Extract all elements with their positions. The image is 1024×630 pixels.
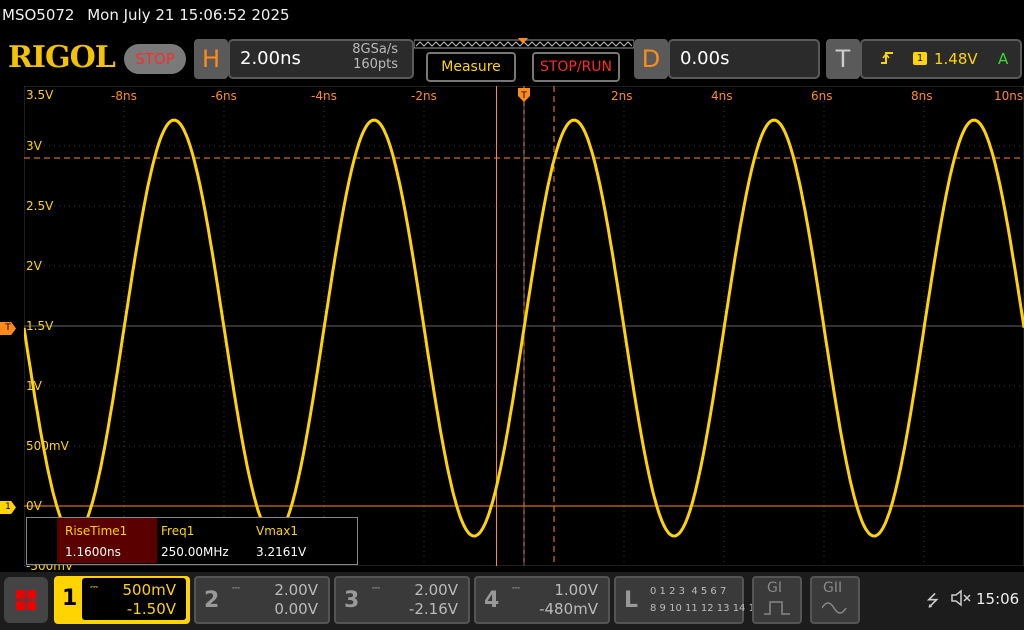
channel-4-tab[interactable]: 4 ⎓ 1.00V -480mV: [474, 576, 610, 624]
channel-number: 3: [344, 588, 360, 613]
time-tick-label: 2ns: [611, 89, 633, 103]
trigger-level-marker[interactable]: T: [0, 322, 16, 335]
horizontal-scale: 2.00ns: [240, 48, 301, 69]
run-state-badge[interactable]: STOP: [124, 44, 186, 74]
rising-edge-icon: [881, 52, 893, 64]
trigger-mode: A: [998, 50, 1009, 68]
measure-value: 3.2161V: [256, 545, 307, 559]
logic-analyzer-tab[interactable]: L 0 1 2 3 4 5 6 7 8 9 10 11 12 13 14 15: [614, 576, 761, 624]
measurement-panel[interactable]: RiseTime1 Freq1 Vmax1 1.1600ns 250.00MHz…: [26, 517, 358, 565]
channel-offset: -480mV: [539, 600, 598, 618]
channel-scale: 2.00V: [274, 581, 318, 599]
dc-coupling-icon: ⎓: [232, 583, 240, 594]
main-menu-button[interactable]: [4, 577, 48, 623]
time-tick-label: -6ns: [211, 89, 237, 103]
trigger-level: 1.48V: [934, 50, 978, 68]
status-line: MSO5072 Mon July 21 15:06:52 2025: [2, 6, 298, 24]
clock: 15:06: [976, 590, 1020, 608]
measure-value: 250.00MHz: [161, 545, 229, 559]
channel-number: 4: [484, 588, 500, 613]
grid-menu-icon: [16, 590, 36, 610]
sample-info: 8GSa/s 160pts: [336, 42, 398, 72]
logic-channels-high: 8 9 10 11 12 13 14 15: [650, 603, 762, 614]
waveform-display[interactable]: [24, 86, 1024, 566]
datetime: Mon July 21 15:06:52 2025: [87, 6, 290, 24]
channel-offset: -2.16V: [408, 600, 458, 618]
memory-position-strip: [414, 38, 634, 49]
dc-coupling-icon: ⎓: [372, 583, 380, 594]
channel-scale: 2.00V: [414, 581, 458, 599]
sine-wave-icon: [822, 602, 847, 614]
svg-text:T: T: [520, 91, 527, 101]
volt-tick-label: 500mV: [26, 439, 69, 453]
channel-scale: 500mV: [122, 581, 176, 599]
generator-1-tab[interactable]: GI: [752, 576, 802, 624]
trigger-source: 1: [913, 52, 927, 65]
volt-tick-label: 2V: [26, 259, 42, 273]
stop-run-button[interactable]: STOP/RUN: [532, 52, 620, 82]
memory-depth: 160pts: [353, 57, 398, 72]
channel-number: 2: [204, 588, 220, 613]
time-tick-label: -2ns: [411, 89, 437, 103]
channel-offset: 0.00V: [274, 600, 318, 618]
time-tick-label: -8ns: [111, 89, 137, 103]
logic-key: L: [624, 588, 639, 613]
channel-2-tab[interactable]: 2 ⎓ 2.00V 0.00V: [194, 576, 330, 624]
channel-3-tab[interactable]: 3 ⎓ 2.00V -2.16V: [334, 576, 470, 624]
channel-scale: 1.00V: [554, 581, 598, 599]
delay-value: 0.00s: [680, 48, 730, 69]
channel-1-settings: ⎓ 500mV -1.50V: [82, 578, 186, 620]
model-name: MSO5072: [2, 6, 75, 24]
time-tick-label: 10ns: [994, 89, 1024, 103]
channel-number: 1: [62, 586, 78, 611]
measure-header: Vmax1: [256, 524, 298, 538]
speaker-muted-icon[interactable]: [950, 589, 972, 607]
generator-1-label: GI: [767, 580, 782, 596]
time-tick-label: -4ns: [311, 89, 337, 103]
measure-header: Freq1: [161, 524, 195, 538]
measure-header: RiseTime1: [65, 524, 128, 538]
volt-tick-label: 3V: [26, 139, 42, 153]
pulse-wave-icon: [764, 601, 790, 615]
usb-icon: ⭍: [926, 591, 940, 610]
generator-2-tab[interactable]: GII: [810, 576, 860, 624]
time-tick-label: 8ns: [911, 89, 933, 103]
ch1-offset-marker[interactable]: 1: [0, 501, 16, 514]
volt-tick-label: 1V: [26, 379, 42, 393]
sample-rate: 8GSa/s: [352, 42, 398, 57]
channel-1-tab[interactable]: 1 ⎓ 500mV -1.50V: [54, 576, 190, 624]
volt-tick-label: 3.5V: [26, 88, 54, 102]
time-tick-label: 6ns: [811, 89, 833, 103]
time-tick-label: 4ns: [711, 89, 733, 103]
channel-offset: -1.50V: [126, 600, 176, 618]
trigger-position-marker[interactable]: T: [518, 88, 530, 110]
delay-key[interactable]: D: [634, 39, 668, 79]
trigger-key[interactable]: T: [826, 39, 860, 79]
measure-button[interactable]: Measure: [426, 52, 516, 82]
brand-logo: RIGOL: [8, 40, 116, 75]
logic-channels-low: 0 1 2 3 4 5 6 7: [650, 586, 727, 597]
horizontal-key[interactable]: H: [194, 39, 228, 79]
volt-tick-label: 1.5V: [26, 319, 54, 333]
measure-value: 1.1600ns: [65, 545, 121, 559]
dc-coupling-icon: ⎓: [90, 582, 98, 593]
volt-tick-label: 2.5V: [26, 199, 54, 213]
volt-tick-label: 0V: [26, 499, 42, 513]
dc-coupling-icon: ⎓: [512, 583, 520, 594]
generator-2-label: GII: [823, 580, 843, 596]
